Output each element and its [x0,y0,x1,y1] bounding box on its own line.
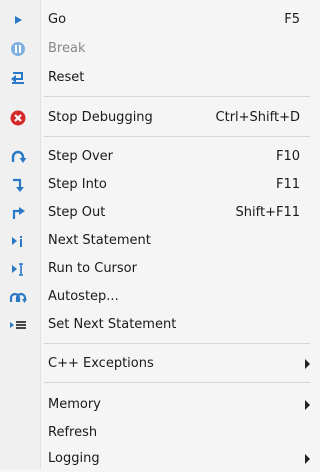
next-statement-icon [8,231,28,251]
run-to-cursor-icon [8,259,28,279]
pause-icon [8,39,28,59]
play-icon [8,10,28,30]
menu-separator [44,343,310,344]
menu-item-label: Go [48,12,67,27]
menu-item-stop-debugging[interactable]: Stop Debugging Ctrl+Shift+D [0,105,310,131]
menu-item-label: Stop Debugging [48,110,153,125]
debug-menu: Go F5 Break Reset Stop Debugging Ctrl+Sh… [0,0,310,469]
menu-item-label: Step Out [48,205,106,220]
set-next-statement-icon [8,315,28,335]
submenu-arrow-icon [305,400,310,410]
menu-item-set-next-statement[interactable]: Set Next Statement [0,312,310,338]
menu-item-go[interactable]: Go F5 [0,7,310,33]
menu-item-label: Step Into [48,177,107,192]
autostep-icon [8,287,28,307]
reset-icon [8,68,28,88]
menu-item-shortcut: F11 [275,177,300,192]
step-into-icon [8,175,28,195]
menu-item-step-out[interactable]: Step Out Shift+F11 [0,200,310,226]
menu-separator [44,96,310,97]
menu-item-label: Refresh [48,425,98,440]
menu-item-step-into[interactable]: Step Into F11 [0,172,310,198]
menu-item-shortcut: F10 [275,149,300,164]
menu-item-cpp-exceptions[interactable]: C++ Exceptions [0,351,310,377]
menu-item-label: Step Over [48,149,113,164]
menu-item-label: Autostep... [48,289,119,304]
menu-item-reset[interactable]: Reset [0,65,310,91]
menu-item-break[interactable]: Break [0,36,310,62]
menu-item-shortcut: Ctrl+Shift+D [215,110,300,125]
menu-item-label: Run to Cursor [48,261,137,276]
menu-item-label: Logging [48,451,100,466]
menu-item-label: Set Next Statement [48,317,177,332]
menu-item-autostep[interactable]: Autostep... [0,284,310,310]
submenu-arrow-icon [305,454,310,464]
step-over-icon [8,147,28,167]
menu-item-next-statement[interactable]: Next Statement [0,228,310,254]
menu-separator [44,136,310,137]
menu-item-shortcut: Shift+F11 [235,205,300,220]
menu-item-label: Memory [48,397,101,412]
menu-separator [44,382,310,383]
submenu-arrow-icon [305,359,310,369]
menu-item-label: Break [48,41,86,56]
stop-icon [8,108,28,128]
menu-item-logging[interactable]: Logging [0,446,310,472]
menu-item-label: Reset [48,70,85,85]
menu-item-memory[interactable]: Memory [0,392,310,418]
menu-item-label: C++ Exceptions [48,356,154,371]
menu-item-label: Next Statement [48,233,151,248]
menu-item-refresh[interactable]: Refresh [0,420,310,446]
menu-item-run-to-cursor[interactable]: Run to Cursor [0,256,310,282]
step-out-icon [8,203,28,223]
menu-item-shortcut: F5 [284,12,300,27]
menu-item-step-over[interactable]: Step Over F10 [0,144,310,170]
